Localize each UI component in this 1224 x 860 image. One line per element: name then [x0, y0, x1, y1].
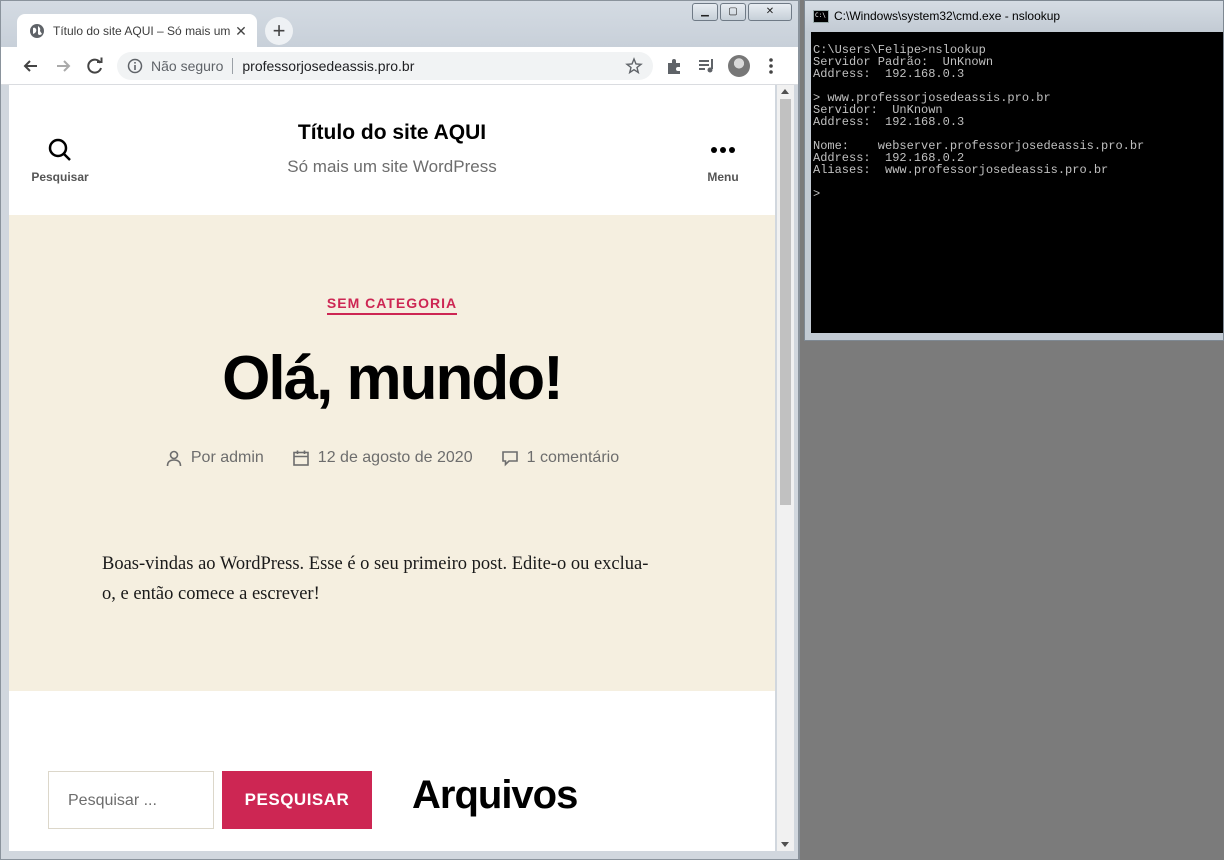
cmd-line: >	[813, 187, 821, 201]
site-description: Só mais um site WordPress	[287, 157, 497, 176]
search-submit-button[interactable]: PESQUISAR	[222, 771, 372, 829]
category-link[interactable]: SEM CATEGORIA	[326, 295, 458, 315]
browser-titlebar: Título do site AQUI – Só mais um site Wo…	[1, 1, 798, 47]
scroll-up-arrow[interactable]	[781, 89, 789, 94]
post-comments: 1 comentário	[501, 449, 620, 467]
window-controls: ▁ ▢ ✕	[690, 3, 792, 21]
browser-toolbar: Não seguro professorjosedeassis.pro.br	[1, 47, 798, 85]
address-bar[interactable]: Não seguro professorjosedeassis.pro.br	[117, 52, 653, 80]
post-hero: SEM CATEGORIA Olá, mundo! Por admin 12 d…	[9, 215, 775, 691]
page-scrollbar[interactable]	[777, 85, 794, 851]
post-author: Por admin	[165, 449, 264, 467]
bookmark-star-icon[interactable]	[625, 57, 643, 75]
post-meta: Por admin 12 de agosto de 2020 1 comentá…	[9, 449, 775, 467]
url-text: professorjosedeassis.pro.br	[242, 58, 415, 74]
globe-icon	[30, 23, 44, 38]
forward-arrow-icon[interactable]	[52, 55, 74, 77]
media-playlist-icon[interactable]	[697, 56, 717, 76]
comments-link[interactable]: 1 comentário	[527, 449, 620, 467]
cmd-line: Address: 192.168.0.3	[813, 67, 965, 81]
date-link[interactable]: 12 de agosto de 2020	[318, 449, 473, 467]
extensions-puzzle-icon[interactable]	[665, 56, 685, 76]
footer-widgets: Pesquisar ... PESQUISAR Arquivos	[9, 691, 775, 851]
tab-close-icon[interactable]: ✕	[233, 23, 249, 39]
author-link[interactable]: Por admin	[191, 449, 264, 467]
new-tab-button[interactable]: +	[265, 17, 293, 45]
cmd-console[interactable]: C:\Users\Felipe>nslookup Servidor Padrão:…	[811, 32, 1223, 333]
cmd-line: Aliases: www.professorjosedeassis.pro.br	[813, 163, 1109, 177]
scroll-down-arrow[interactable]	[781, 842, 789, 847]
minimize-button[interactable]: ▁	[692, 3, 718, 21]
search-input[interactable]: Pesquisar ...	[48, 771, 214, 829]
calendar-icon	[292, 450, 309, 466]
browser-window: Título do site AQUI – Só mais um site Wo…	[0, 0, 800, 860]
info-icon[interactable]	[127, 58, 143, 74]
scroll-thumb[interactable]	[780, 99, 791, 505]
omnibox-divider	[232, 58, 234, 74]
user-icon	[166, 450, 182, 467]
ellipsis-menu-icon	[711, 147, 735, 153]
reload-icon[interactable]	[84, 55, 106, 77]
comment-bubble-icon	[501, 451, 518, 467]
profile-avatar[interactable]	[728, 55, 750, 77]
cmd-title: C:\Windows\system32\cmd.exe - nslookup	[834, 9, 1061, 23]
site-header: Pesquisar Título do site AQUI Só mais um…	[9, 85, 775, 215]
tab-title: Título do site AQUI – Só mais um site Wo…	[53, 23, 233, 38]
browser-tab[interactable]: Título do site AQUI – Só mais um site Wo…	[17, 14, 257, 47]
post-category: SEM CATEGORIA	[9, 295, 775, 315]
maximize-button[interactable]: ▢	[720, 3, 746, 21]
kebab-menu-icon[interactable]	[761, 56, 781, 76]
security-label: Não seguro	[151, 58, 224, 74]
cmd-titlebar: C:\ C:\Windows\system32\cmd.exe - nslook…	[805, 1, 1223, 31]
back-arrow-icon[interactable]	[20, 55, 42, 77]
post-date: 12 de agosto de 2020	[292, 449, 473, 467]
page-viewport: Pesquisar Título do site AQUI Só mais um…	[9, 85, 775, 851]
cmd-app-icon: C:\	[813, 10, 829, 23]
close-window-button[interactable]: ✕	[748, 3, 792, 21]
cmd-window: C:\ C:\Windows\system32\cmd.exe - nslook…	[804, 0, 1224, 341]
post-body: Boas-vindas ao WordPress. Esse é o seu p…	[102, 554, 649, 604]
site-title[interactable]: Título do site AQUI	[9, 121, 775, 145]
menu-toggle-label: Menu	[707, 170, 739, 184]
post-title[interactable]: Olá, mundo!	[9, 343, 775, 414]
header-menu-toggle[interactable]: Menu	[683, 137, 763, 184]
cmd-line: Address: 192.168.0.3	[813, 115, 965, 129]
archives-heading: Arquivos	[412, 773, 578, 817]
